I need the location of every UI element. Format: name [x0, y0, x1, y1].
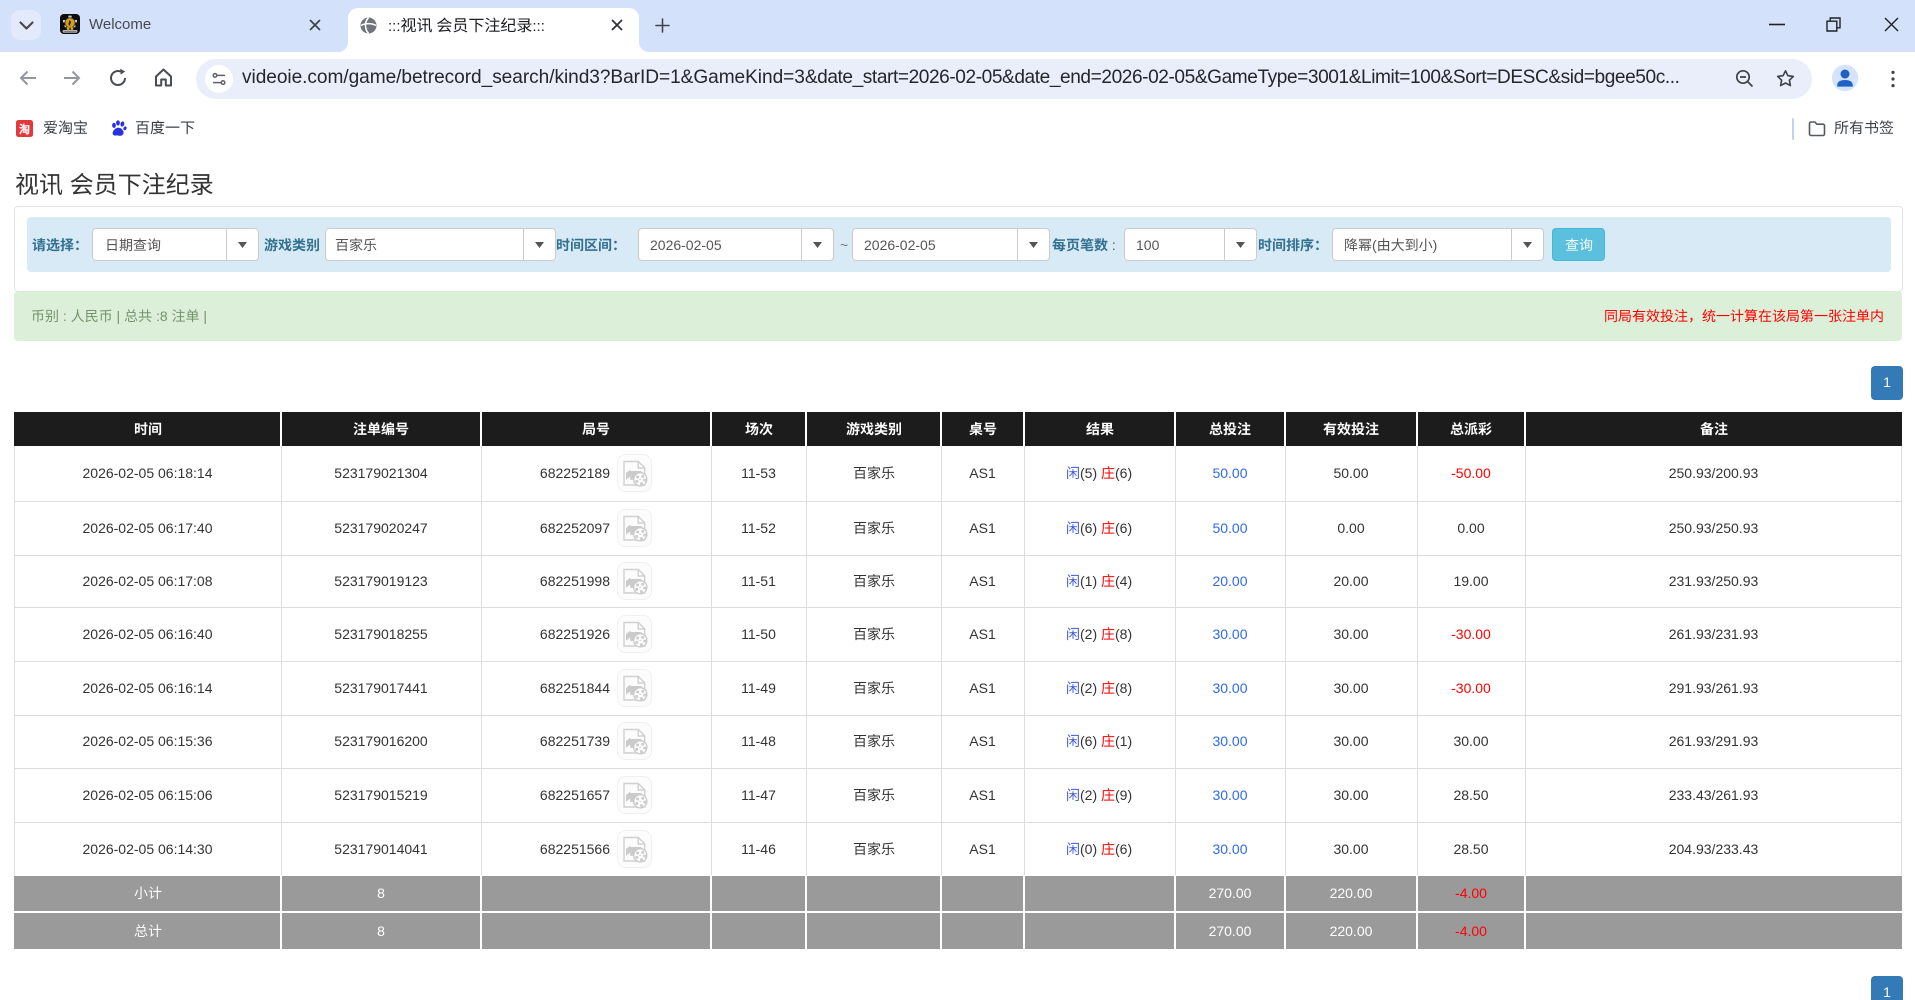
svg-text::: :: [1108, 237, 1116, 253]
svg-text::8: :8: [152, 308, 171, 324]
svg-text:(6): (6): [1115, 520, 1132, 536]
svg-text:(6): (6): [1115, 465, 1132, 481]
svg-text:(: (: [1372, 237, 1377, 253]
svg-text:淘: 淘: [19, 122, 30, 136]
svg-text:(1): (1): [1080, 573, 1101, 589]
svg-text:(5): (5): [1080, 465, 1101, 481]
svg-text::::: :::: [388, 18, 401, 35]
svg-text:(2): (2): [1080, 787, 1101, 803]
svg-text:(0): (0): [1080, 841, 1101, 857]
svg-text:|: |: [200, 308, 208, 324]
svg-text:(6): (6): [1115, 841, 1132, 857]
svg-text:(4): (4): [1115, 573, 1132, 589]
svg-text:~: ~: [840, 237, 848, 253]
svg-text:): ): [1433, 237, 1438, 253]
svg-text:(2): (2): [1080, 626, 1101, 642]
svg-text:(8): (8): [1115, 626, 1132, 642]
svg-text:(1): (1): [1115, 733, 1132, 749]
svg-text:(6): (6): [1080, 733, 1101, 749]
svg-text:(9): (9): [1115, 787, 1132, 803]
svg-text::::: :::: [532, 18, 545, 35]
svg-text::: :: [59, 308, 71, 324]
svg-text:|: |: [113, 308, 124, 324]
svg-text:(8): (8): [1115, 680, 1132, 696]
svg-text:(2): (2): [1080, 680, 1101, 696]
svg-text:(6): (6): [1080, 520, 1101, 536]
